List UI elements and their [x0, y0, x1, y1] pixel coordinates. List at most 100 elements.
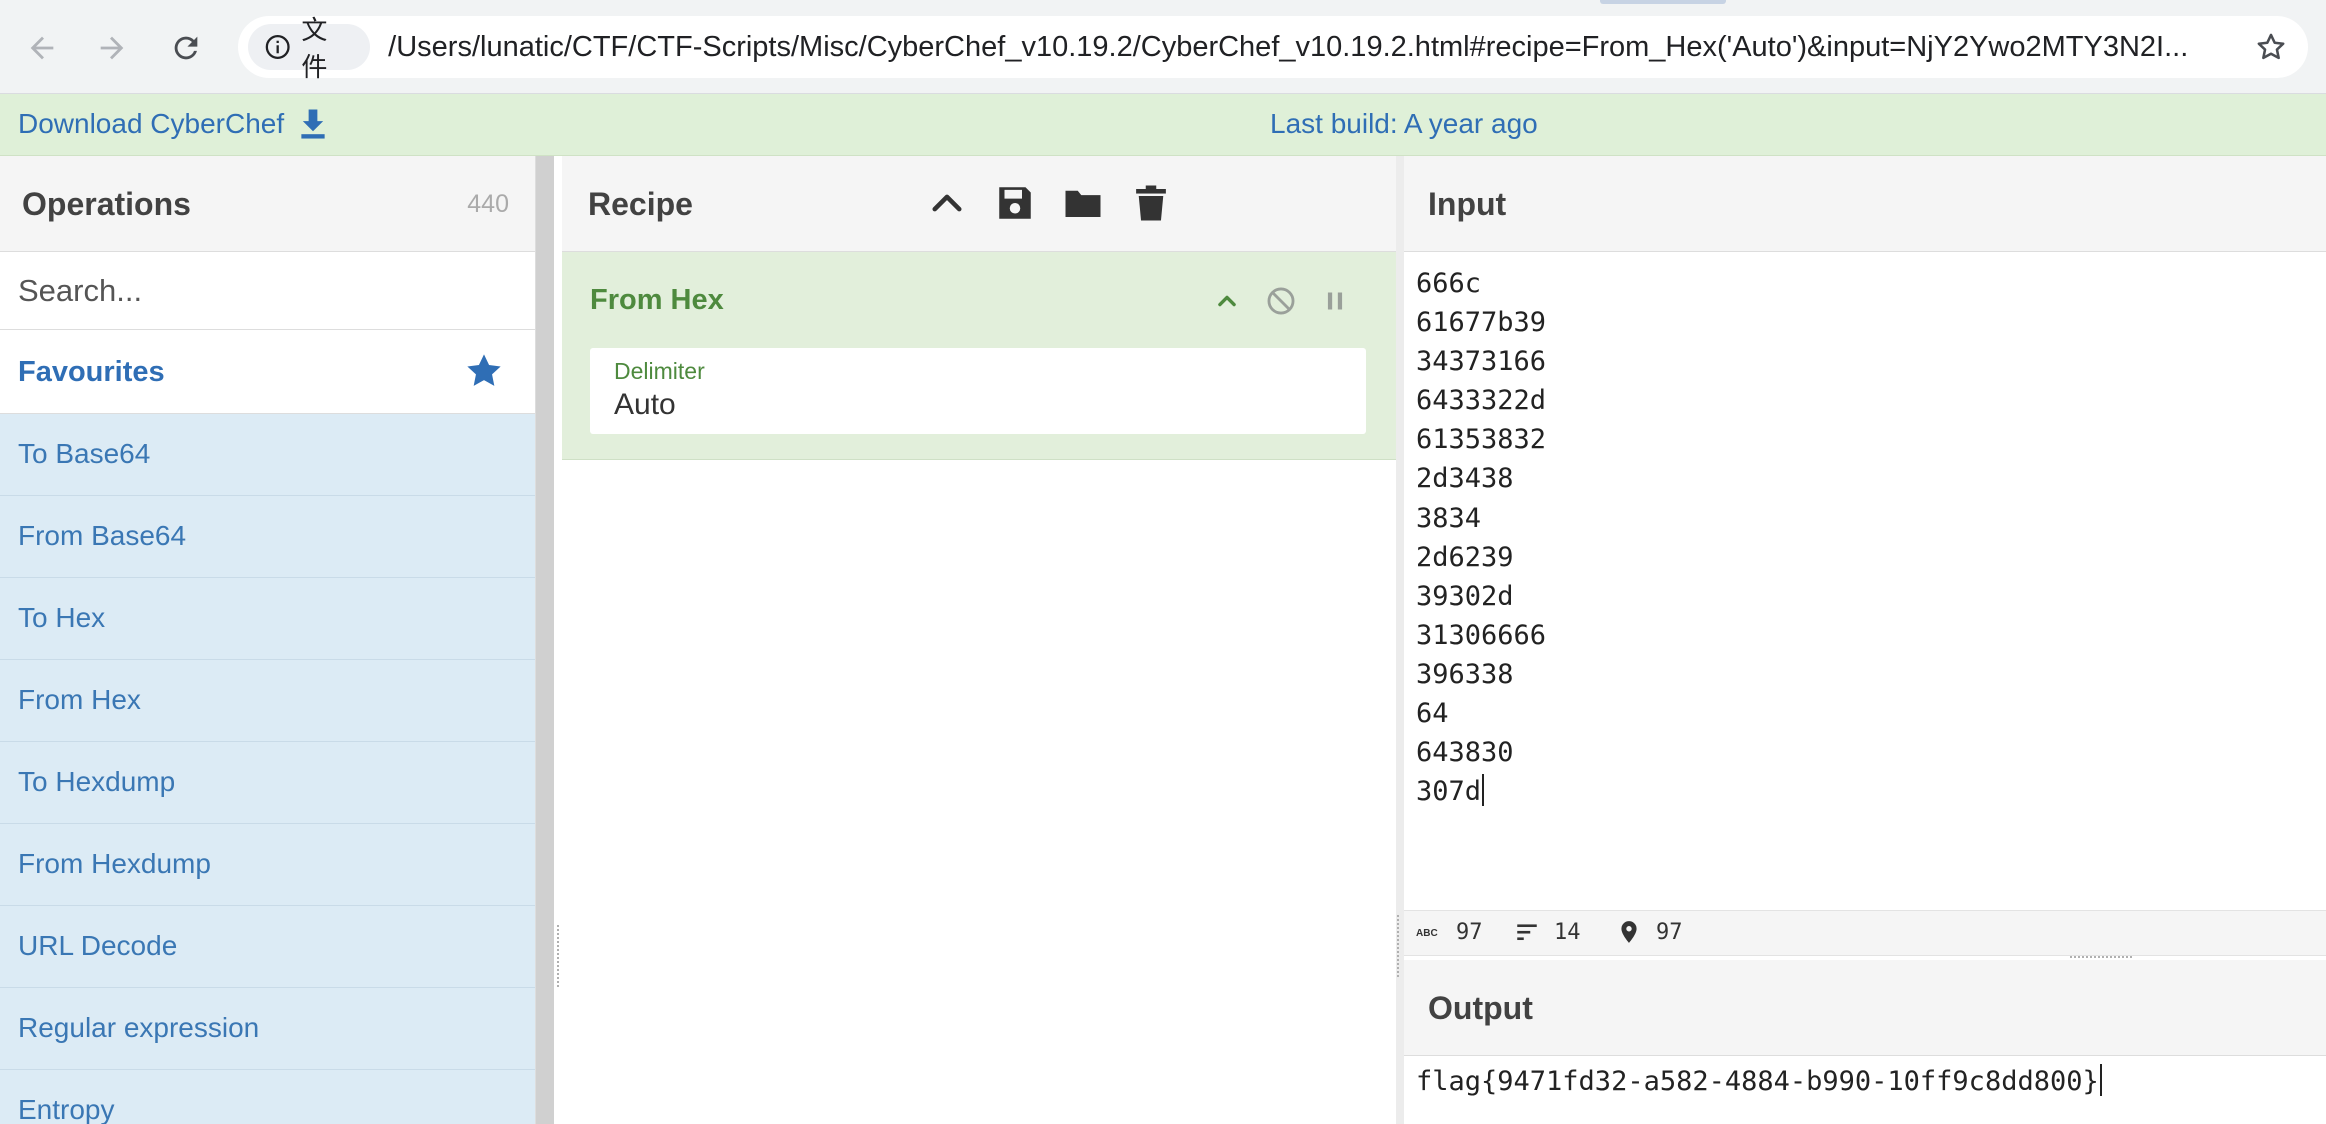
chevron-up-icon[interactable]	[926, 182, 968, 224]
tab-indicator	[1600, 0, 1726, 4]
gutter-grip	[1397, 915, 1401, 977]
delimiter-field[interactable]: Delimiter Auto	[590, 348, 1366, 434]
position-stat: 97	[1616, 919, 1683, 945]
save-icon[interactable]	[994, 182, 1036, 224]
operations-resize-gutter[interactable]	[536, 156, 554, 1124]
last-build-label: Last build: A year ago	[1270, 108, 1538, 139]
operation-label: To Hexdump	[18, 766, 176, 797]
download-label: Download CyberChef	[18, 108, 285, 139]
star-outline-icon	[2257, 33, 2285, 60]
operation-item[interactable]: To Base64	[0, 414, 535, 496]
operation-label: Entropy	[18, 1094, 115, 1124]
favourites-label: Favourites	[18, 356, 165, 388]
output-value: flag{9471fd32-a582-4884-b990-10ff9c8dd80…	[1416, 1066, 2099, 1097]
operation-item[interactable]: URL Decode	[0, 906, 535, 988]
operation-item[interactable]: From Hexdump	[0, 824, 535, 906]
input-line: 39302d	[1416, 580, 1514, 612]
lines-stat: 14	[1514, 919, 1581, 945]
input-line: 31306666	[1416, 619, 1547, 651]
input-line: 396338	[1416, 658, 1514, 690]
lines-icon	[1517, 924, 1537, 941]
operations-search	[0, 252, 535, 330]
forward-button[interactable]	[86, 22, 138, 74]
input-line: 6433322d	[1416, 385, 1547, 417]
recipe-title: Recipe	[588, 186, 693, 222]
input-panel: Input 666c 61677b39 34373166 6433322d 61…	[1404, 156, 2326, 956]
recipe-resize-gutter[interactable]	[1396, 156, 1404, 1124]
input-line: 307d	[1416, 776, 1482, 808]
input-line: 61353832	[1416, 424, 1547, 456]
disable-icon[interactable]	[1264, 284, 1298, 318]
input-title: Input	[1428, 186, 1507, 222]
operations-title: Operations	[22, 186, 191, 222]
length-stat: ABC 97	[1416, 919, 1483, 945]
input-line: 643830	[1416, 737, 1514, 769]
operation-label: From Hexdump	[18, 848, 211, 879]
address-bar[interactable]: 文件 /Users/lunatic/CTF/CTF-Scripts/Misc/C…	[238, 15, 2308, 82]
operation-item[interactable]: From Base64	[0, 496, 535, 578]
recipe-operation-from-hex[interactable]: From Hex Delimiter Auto	[562, 252, 1396, 460]
url-text[interactable]: /Users/lunatic/CTF/CTF-Scripts/Misc/Cybe…	[388, 31, 2308, 64]
input-status-bar: ABC 97 14 97	[1404, 910, 2326, 956]
position-value: 97	[1656, 919, 1683, 945]
operations-count: 440	[467, 190, 509, 218]
operation-label: From Hex	[18, 684, 141, 715]
operations-header: Operations 440	[0, 156, 535, 252]
download-icon	[301, 109, 325, 139]
search-input[interactable]	[0, 252, 535, 329]
operation-label: Regular expression	[18, 1012, 260, 1043]
text-caret	[2099, 1064, 2102, 1096]
output-panel: Output flag{9471fd32-a582-4884-b990-10ff…	[1404, 960, 2326, 1124]
location-pin-icon	[1621, 921, 1637, 943]
output-title: Output	[1428, 990, 1533, 1026]
lines-value: 14	[1554, 919, 1581, 945]
operation-item[interactable]: Regular expression	[0, 988, 535, 1070]
input-header: Input	[1404, 156, 2326, 252]
info-icon	[265, 35, 290, 59]
delimiter-value[interactable]: Auto	[614, 388, 676, 422]
output-textarea[interactable]: flag{9471fd32-a582-4884-b990-10ff9c8dd80…	[1416, 1064, 2102, 1097]
input-line-last: 307d	[1416, 772, 1546, 811]
pause-icon[interactable]	[1318, 284, 1352, 318]
input-line: 666c	[1416, 268, 1482, 299]
star-icon[interactable]	[463, 350, 505, 392]
bookmark-button[interactable]	[2252, 28, 2290, 66]
operation-label: From Base64	[18, 520, 187, 551]
operation-item[interactable]: From Hex	[0, 660, 535, 742]
operation-item[interactable]: Entropy	[0, 1070, 535, 1124]
input-line: 2d3438	[1416, 463, 1514, 495]
reload-icon	[174, 36, 198, 60]
folder-icon[interactable]	[1062, 182, 1104, 224]
text-caret	[1482, 774, 1485, 807]
operations-panel: Operations 440 Favourites To Base64 From…	[0, 156, 536, 1124]
svg-text:ABC: ABC	[1416, 928, 1438, 939]
forward-arrow-icon	[100, 36, 124, 60]
input-line: 64	[1416, 698, 1449, 730]
input-textarea[interactable]: 666c 61677b39 34373166 6433322d 61353832…	[1416, 264, 1546, 811]
operation-item[interactable]: To Hex	[0, 578, 535, 660]
back-button[interactable]	[16, 22, 68, 74]
back-arrow-icon	[30, 36, 54, 60]
site-info-chip[interactable]: 文件	[248, 15, 371, 82]
operation-label: URL Decode	[18, 930, 178, 961]
input-line: 34373166	[1416, 346, 1547, 378]
trash-icon[interactable]	[1130, 182, 1172, 224]
site-chip-label: 文件	[301, 15, 328, 82]
abc-icon: ABC	[1416, 928, 1438, 939]
input-line: 2d6239	[1416, 541, 1514, 573]
output-header: Output	[1404, 960, 2326, 1056]
download-cyberchef-link[interactable]: Download CyberChef	[18, 108, 328, 140]
recipe-operation-title: From Hex	[590, 284, 724, 316]
input-line: 61677b39	[1416, 307, 1547, 339]
reload-button[interactable]	[160, 22, 212, 74]
operation-label: To Base64	[18, 438, 151, 469]
delimiter-label: Delimiter	[614, 358, 705, 384]
favourites-category[interactable]: Favourites	[0, 330, 535, 414]
chevron-up-icon[interactable]	[1210, 284, 1244, 318]
input-line: 3834	[1416, 502, 1482, 534]
recipe-panel: Recipe From Hex Delimiter Auto	[562, 156, 1396, 1124]
browser-toolbar: 文件 /Users/lunatic/CTF/CTF-Scripts/Misc/C…	[0, 0, 2326, 94]
operation-item[interactable]: To Hexdump	[0, 742, 535, 824]
operation-label: To Hex	[18, 602, 106, 633]
gutter-grip	[557, 925, 561, 987]
